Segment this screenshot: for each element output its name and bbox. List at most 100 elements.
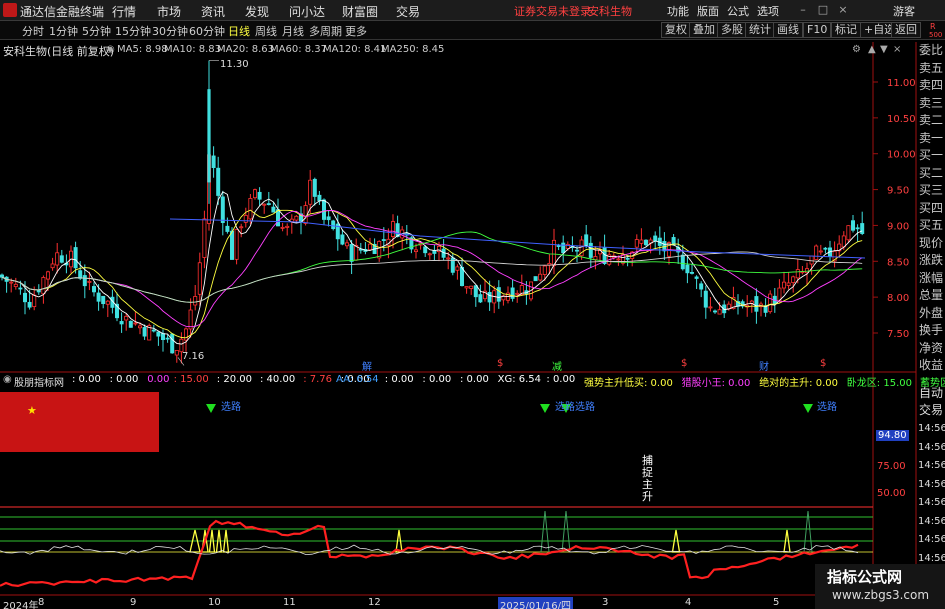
date-tick: 2025/01/16/四	[498, 597, 574, 609]
kline-chart[interactable]: 11.00 10.50 10.00 9.50 9.00 8.50 8.00 7.50	[0, 0, 945, 609]
candlestick	[317, 190, 322, 205]
indicator-param: : 0.00	[546, 374, 576, 385]
indicator-param: : 15.00	[173, 374, 209, 385]
candlestick	[280, 222, 285, 232]
candlestick	[846, 225, 851, 243]
candlestick	[570, 236, 575, 252]
candlestick	[851, 214, 856, 233]
indicator-param: XG: 6.54	[497, 374, 542, 385]
candlestick	[377, 240, 382, 262]
candlestick	[285, 223, 290, 236]
red-flag-image	[0, 392, 159, 452]
indicator-param: 0.00	[147, 374, 170, 385]
candlestick	[298, 206, 303, 235]
candlestick	[193, 285, 198, 311]
indicator-param: 卧龙区: 15.00	[846, 378, 912, 389]
svg-text:9.50: 9.50	[887, 186, 909, 197]
chart-settings-icon[interactable]: ⚙	[852, 44, 861, 55]
indicator-param: AA: 6.54	[336, 374, 379, 385]
candlestick	[243, 207, 248, 228]
candlestick	[653, 231, 658, 250]
candlestick	[170, 332, 175, 354]
candlestick	[303, 201, 308, 226]
candlestick	[105, 300, 110, 318]
candlestick	[400, 226, 405, 251]
price-low-label: 7.16	[182, 351, 205, 362]
candlestick	[73, 241, 78, 274]
candlestick	[759, 301, 764, 317]
candlestick	[800, 265, 805, 275]
indicator-param: : 7.76	[303, 374, 333, 385]
indicator-param: : 20.00	[216, 374, 252, 385]
sidebar-field: 净资	[919, 340, 944, 355]
sidebar-field: 现价	[919, 235, 944, 250]
candlestick	[579, 235, 584, 260]
candlestick	[92, 282, 97, 297]
date-tick: 10	[208, 597, 221, 608]
sidebar-field: 买二	[919, 165, 944, 180]
indicator-axis-label: 75.00	[877, 461, 906, 472]
candlestick	[50, 257, 55, 271]
candlestick	[482, 279, 487, 302]
candlestick	[252, 188, 257, 200]
date-tick: 8	[38, 597, 45, 608]
chart-down-icon[interactable]: ▼	[880, 44, 888, 55]
event-marker[interactable]: $	[681, 358, 687, 369]
time-entry: 14:56	[918, 423, 945, 434]
event-marker[interactable]: 减	[552, 358, 562, 373]
candlestick	[703, 285, 708, 319]
watermark-title: 指标公式网	[827, 568, 903, 586]
side-tabs: 自动 交易	[917, 385, 945, 419]
date-tick: 9	[130, 597, 137, 608]
candlestick	[492, 285, 497, 314]
event-marker[interactable]: 解	[362, 358, 372, 373]
indicator-param: : 0.00	[422, 374, 452, 385]
sidebar-field: 涨跌	[919, 253, 944, 267]
candlestick	[0, 273, 4, 281]
candlestick	[694, 275, 699, 290]
candlestick	[713, 309, 718, 314]
event-marker[interactable]: $	[820, 358, 826, 369]
buy-signal-icon	[803, 404, 813, 413]
candlestick	[786, 272, 791, 290]
quote-sidebar: 委比 卖五 卖四 卖三 卖二 卖一 买一 买二 买三 买四 买五 现价 涨跌 涨幅 总量 外盘 换手 净资 收益	[917, 42, 945, 382]
candlestick	[234, 228, 239, 265]
svg-text:8.00: 8.00	[887, 293, 909, 304]
candlestick	[331, 219, 336, 231]
sidebar-field: 外盘	[919, 305, 944, 320]
chart-close-icon[interactable]: ×	[893, 44, 901, 55]
candlestick	[561, 235, 566, 263]
candlestick	[607, 249, 612, 267]
date-tick: 12	[368, 597, 381, 608]
date-tick: 5	[773, 597, 780, 608]
signal-label: 选路选路	[555, 402, 595, 413]
candlestick	[262, 203, 267, 214]
candlestick	[142, 324, 147, 340]
candlestick	[257, 187, 262, 206]
svg-text:8.50: 8.50	[887, 257, 909, 268]
candlestick	[690, 263, 695, 275]
date-tick: 11	[283, 597, 296, 608]
signal-label: 选路	[817, 402, 837, 413]
event-marker[interactable]: 财	[759, 358, 769, 373]
candlestick	[211, 146, 216, 178]
date-tick: 2024年	[3, 601, 39, 609]
chart-up-icon[interactable]: ▲	[868, 44, 876, 55]
watermark-url: www.zbgs3.com	[832, 588, 930, 602]
buy-signal-icon	[206, 404, 216, 413]
time-entry: 14:56	[918, 552, 945, 564]
candlestick	[207, 60, 211, 204]
svg-text:9.00: 9.00	[887, 221, 909, 232]
candlestick	[763, 298, 768, 317]
event-marker[interactable]: $	[497, 358, 503, 369]
sidebar-field: 买五	[919, 218, 944, 232]
candlestick	[220, 190, 225, 236]
indicator-toggle-icon[interactable]: ◉	[3, 374, 12, 385]
candlestick	[584, 224, 589, 249]
candlestick	[634, 234, 639, 254]
candlestick	[248, 193, 253, 225]
buy-signal-icon	[540, 404, 550, 413]
tab-trade[interactable]: 交易	[917, 402, 945, 419]
candlestick	[588, 236, 593, 268]
date-tick: 3	[602, 597, 609, 608]
